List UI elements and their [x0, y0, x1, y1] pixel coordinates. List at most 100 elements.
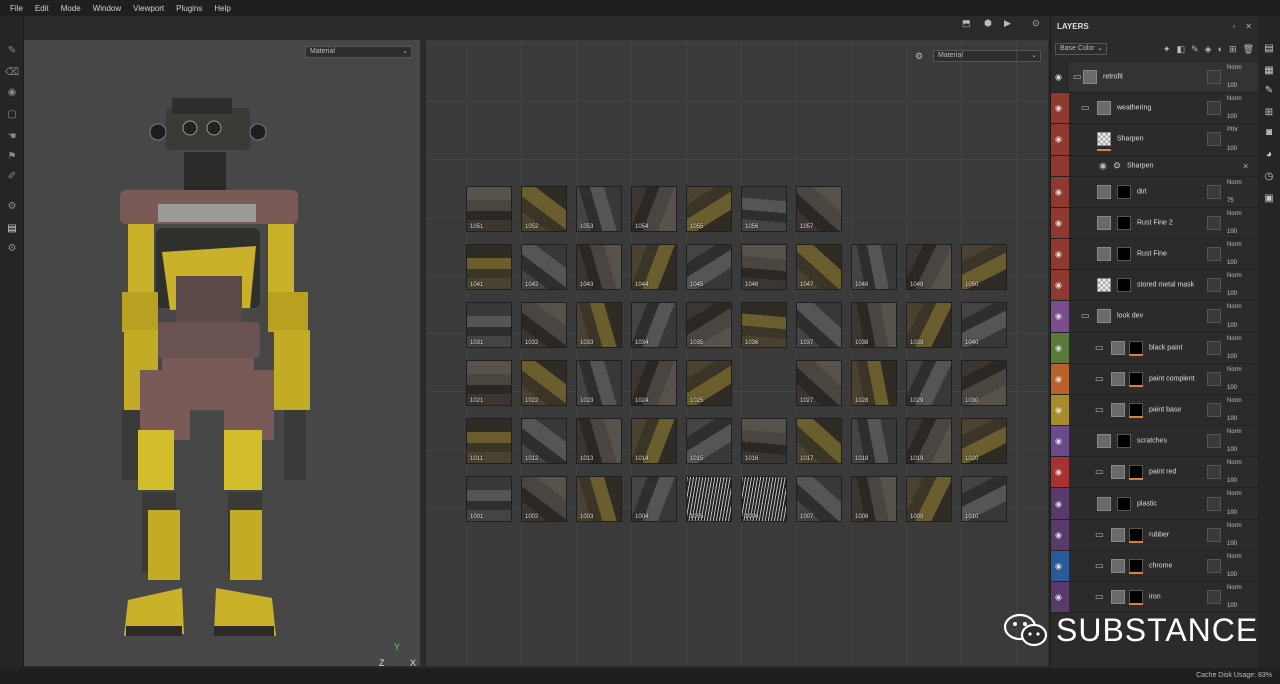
visibility-eye-icon[interactable]: ◉ [1055, 561, 1062, 570]
opacity-value[interactable]: 100 [1227, 354, 1237, 360]
uv-tile[interactable]: 1047 [796, 244, 842, 290]
menu-plugins[interactable]: Plugins [170, 4, 208, 13]
uv-tile[interactable]: 1020 [961, 418, 1007, 464]
uv-tile[interactable]: 1048 [851, 244, 897, 290]
environment-icon[interactable]: ◕ [1262, 148, 1276, 162]
layer-row[interactable]: ◉ Rust Fine Norm 100 [1051, 238, 1258, 271]
uv-tile[interactable]: 1042 [521, 244, 567, 290]
uv-tile[interactable]: 1031 [466, 302, 512, 348]
uv-tile[interactable]: 1029 [906, 360, 952, 406]
channel-select[interactable]: Base Color ⌄ [1055, 43, 1107, 55]
settings-icon[interactable]: ⚙ [5, 200, 19, 214]
uv-tile[interactable]: 1036 [741, 302, 787, 348]
opacity-value[interactable]: 100 [1227, 291, 1237, 297]
visibility-eye-icon[interactable]: ◉ [1055, 593, 1062, 602]
uv-tile[interactable]: 1021 [466, 360, 512, 406]
uv-tile[interactable]: 1004 [631, 476, 677, 522]
menu-file[interactable]: File [4, 4, 29, 13]
uv-tile[interactable]: 1014 [631, 418, 677, 464]
undock-icon[interactable]: ▫ [1232, 22, 1235, 31]
uv-tile[interactable]: 1035 [686, 302, 732, 348]
uv-tile[interactable]: 1009 [906, 476, 952, 522]
visibility-eye-icon[interactable]: ◉ [1055, 104, 1062, 113]
blend-mode-select[interactable]: Norm [1227, 398, 1242, 404]
uv-tile[interactable]: 1044 [631, 244, 677, 290]
uv-tile[interactable]: 1025 [686, 360, 732, 406]
uv-tile[interactable]: 1055 [686, 186, 732, 232]
uv-tile[interactable]: 1045 [686, 244, 732, 290]
color-picker-icon[interactable]: ✐ [5, 170, 19, 184]
blend-mode-select[interactable]: Norm [1227, 491, 1242, 497]
layers-tab-icon[interactable]: ▤ [1262, 42, 1276, 56]
uv-tile[interactable]: 1034 [631, 302, 677, 348]
uv-tile[interactable]: 1054 [631, 186, 677, 232]
blend-mode-select[interactable]: Norm [1227, 273, 1242, 279]
uv-tile[interactable]: 1053 [576, 186, 622, 232]
properties-icon[interactable]: ✎ [1262, 84, 1276, 98]
uv-tile[interactable]: 1043 [576, 244, 622, 290]
opacity-value[interactable]: 100 [1227, 323, 1237, 329]
visibility-eye-icon[interactable]: ◉ [1055, 468, 1062, 477]
uv-tile[interactable]: 1003 [576, 476, 622, 522]
opacity-value[interactable]: 100 [1227, 229, 1237, 235]
uv-tile[interactable]: 1010 [961, 476, 1007, 522]
uv-tile[interactable]: 1011 [466, 418, 512, 464]
visibility-eye-icon[interactable]: ◉ [1055, 437, 1062, 446]
uv-tile[interactable]: 1018 [851, 418, 897, 464]
menu-edit[interactable]: Edit [29, 4, 55, 13]
eraser-icon[interactable]: ⌫ [5, 66, 19, 80]
add-effect-icon[interactable]: ✦ [1163, 44, 1171, 55]
uv-tile[interactable]: 1024 [631, 360, 677, 406]
visibility-eye-icon[interactable]: ◉ [1055, 187, 1062, 196]
visibility-eye-icon[interactable]: ◉ [1055, 73, 1062, 82]
uv-tile[interactable]: 1008 [851, 476, 897, 522]
uv-tile[interactable]: 1005 [686, 476, 732, 522]
smudge-icon[interactable]: ☚ [5, 130, 19, 144]
layer-row[interactable]: ◉ Sharpen Pthr 100 [1051, 124, 1258, 156]
close-icon[interactable]: × [1243, 161, 1248, 171]
opacity-value[interactable]: 75 [1227, 198, 1234, 204]
uv-tile[interactable]: 1050 [961, 244, 1007, 290]
opacity-value[interactable]: 100 [1227, 447, 1237, 453]
opacity-value[interactable]: 100 [1227, 260, 1237, 266]
uv-tile[interactable]: 1049 [906, 244, 952, 290]
visibility-eye-icon[interactable]: ◉ [1055, 405, 1062, 414]
cube-icon[interactable]: ⬢ [984, 18, 992, 29]
blend-mode-select[interactable]: Norm [1227, 65, 1242, 71]
uv-tile[interactable]: 1030 [961, 360, 1007, 406]
blend-mode-select[interactable]: Norm [1227, 460, 1242, 466]
blend-mode-select[interactable]: Norm [1227, 367, 1242, 373]
add-mask-icon[interactable]: ◧ [1177, 44, 1186, 55]
document-icon[interactable]: ▤ [5, 222, 19, 236]
layer-row[interactable]: ◉ ▭ black paint Norm 100 [1051, 332, 1258, 364]
log-icon[interactable]: ▣ [1262, 192, 1276, 206]
opacity-value[interactable]: 100 [1227, 416, 1237, 422]
visibility-eye-icon[interactable]: ◉ [1055, 281, 1062, 290]
close-icon[interactable]: ✕ [1245, 22, 1252, 31]
uv-tile[interactable]: 1013 [576, 418, 622, 464]
layer-row[interactable]: ◉ ▭ paint complent Norm 100 [1051, 363, 1258, 395]
layer-row[interactable]: ◉ ▭ iron Norm 100 [1051, 582, 1258, 614]
uv-tile[interactable]: 1017 [796, 418, 842, 464]
clone-stamp-icon[interactable]: ⚑ [5, 150, 19, 164]
layer-row[interactable]: ◉ ▭ paint red Norm 100 [1051, 457, 1258, 489]
visibility-eye-icon[interactable]: ◉ [1055, 343, 1062, 352]
uv-tile[interactable]: 1022 [521, 360, 567, 406]
menu-help[interactable]: Help [208, 4, 236, 13]
bake-icon[interactable]: ⚙ [5, 242, 19, 256]
blend-mode-select[interactable]: Norm [1227, 554, 1242, 560]
blend-mode-select[interactable]: Norm [1227, 304, 1242, 310]
uv-tile[interactable]: 1028 [851, 360, 897, 406]
uv-tile[interactable]: 1056 [741, 186, 787, 232]
visibility-eye-icon[interactable]: ◉ [1055, 530, 1062, 539]
opacity-value[interactable]: 100 [1227, 83, 1237, 89]
blend-mode-select[interactable]: Norm [1227, 585, 1242, 591]
visibility-eye-icon[interactable]: ◉ [1055, 499, 1062, 508]
menu-mode[interactable]: Mode [55, 4, 87, 13]
layer-row[interactable]: ◉ scratches Norm 100 [1051, 426, 1258, 458]
uv-tile[interactable]: 1057 [796, 186, 842, 232]
uv-material-select[interactable]: Material ⌄ [933, 50, 1041, 62]
uv-tile[interactable]: 1040 [961, 302, 1007, 348]
screenshot-icon[interactable]: ⊙ [1032, 18, 1040, 29]
delete-icon[interactable]: 🗑 [1243, 44, 1254, 55]
